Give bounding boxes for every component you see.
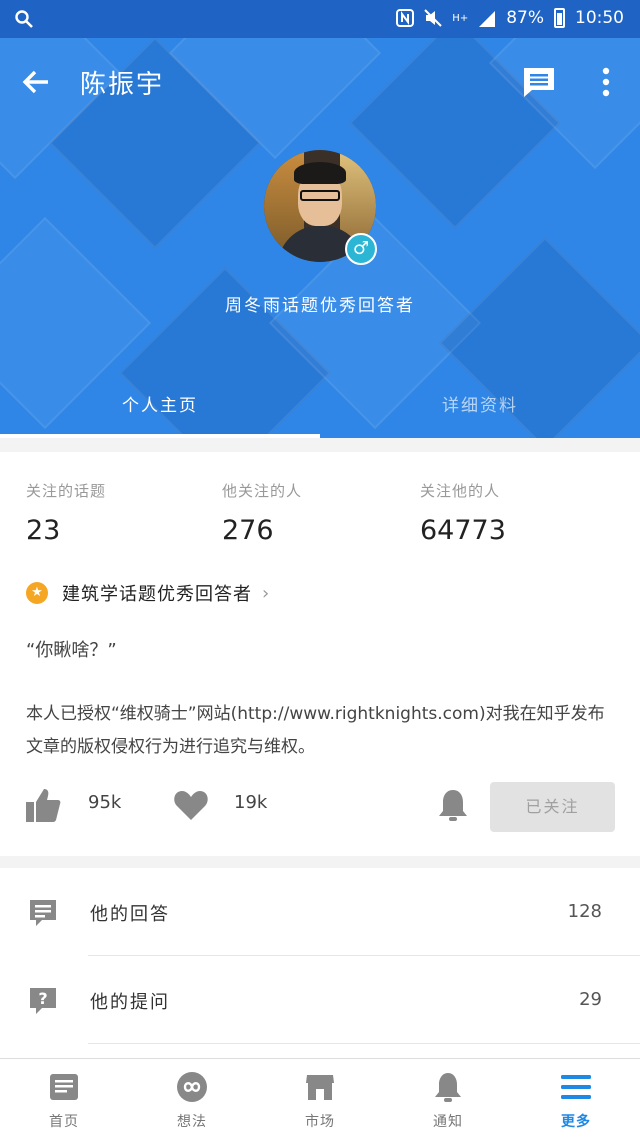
excellent-answerer-badge[interactable]: ★ 建筑学话题优秀回答者 › — [26, 580, 269, 606]
profile-card: 关注的话题 23 他关注的人 276 关注他的人 64773 ★ 建筑学话题优秀… — [0, 452, 640, 856]
message-icon[interactable] — [522, 66, 556, 98]
tab-details[interactable]: 详细资料 — [320, 391, 640, 416]
toolbar: 陈振宇 — [0, 38, 640, 126]
network-type: H+ — [452, 12, 469, 24]
bell-icon[interactable] — [434, 786, 472, 824]
thumbs-up-icon[interactable] — [24, 786, 62, 824]
battery-icon — [554, 8, 565, 28]
bell-icon — [435, 1073, 461, 1102]
badge-label: 建筑学话题优秀回答者 — [62, 584, 252, 605]
profile-screen: H+ 87% 10:50 陈振宇 ♂ 周冬雨话题优秀回答者 个人主页 详细资料 … — [0, 0, 640, 1138]
nav-market[interactable]: 市场 — [256, 1059, 384, 1138]
stat-value: 276 — [222, 515, 274, 546]
stat-followers[interactable]: 关注他的人 64773 — [420, 480, 506, 546]
likes-count: 95k — [88, 792, 122, 813]
chevron-right-icon: › — [262, 582, 270, 604]
profile-list: 他的回答 128 ? 他的提问 29 — [0, 868, 640, 1058]
signal-icon — [479, 11, 496, 27]
avatar-hair — [294, 162, 346, 184]
list-item-label: 他的提问 — [90, 992, 170, 1013]
badge-star-icon: ★ — [26, 582, 48, 604]
list-item-answers[interactable]: 他的回答 128 — [0, 868, 640, 956]
status-icons: H+ 87% 10:50 — [396, 8, 624, 28]
stat-label: 他关注的人 — [222, 482, 303, 500]
battery-percent: 87% — [506, 8, 544, 28]
stat-label: 关注的话题 — [26, 482, 107, 500]
stat-label: 关注他的人 — [420, 482, 501, 500]
nav-label: 通知 — [433, 1114, 463, 1130]
answer-icon — [30, 900, 56, 926]
follow-button[interactable]: 已关注 — [490, 782, 615, 832]
menu-icon — [561, 1075, 591, 1099]
action-row: 95k 19k 已关注 — [0, 782, 640, 832]
bio-quote: “你瞅啥？” — [26, 640, 117, 661]
heart-icon[interactable] — [172, 786, 210, 824]
stat-followed-topics[interactable]: 关注的话题 23 — [26, 480, 106, 546]
stat-value: 64773 — [420, 515, 506, 546]
ideas-icon — [177, 1072, 207, 1102]
stat-value: 23 — [26, 515, 61, 546]
market-icon — [306, 1075, 334, 1100]
mute-icon — [424, 9, 443, 27]
nav-home[interactable]: 首页 — [0, 1059, 128, 1138]
nfc-icon — [396, 9, 415, 27]
search-icon[interactable] — [14, 9, 34, 29]
user-headline: 周冬雨话题优秀回答者 — [225, 296, 415, 316]
tab-homepage[interactable]: 个人主页 — [0, 391, 320, 416]
thanks-count: 19k — [234, 792, 268, 813]
nav-label: 想法 — [177, 1114, 207, 1130]
list-item-label: 他的回答 — [90, 904, 170, 925]
back-arrow-icon[interactable] — [20, 66, 52, 98]
profile-tabs: 个人主页 详细资料 — [0, 383, 640, 438]
tab-indicator — [0, 434, 320, 438]
list-item-questions[interactable]: ? 他的提问 29 — [0, 956, 640, 1044]
profile-header: 陈振宇 ♂ 周冬雨话题优秀回答者 个人主页 详细资料 — [0, 38, 640, 438]
clock: 10:50 — [575, 8, 624, 28]
nav-label: 更多 — [561, 1114, 591, 1130]
home-icon — [50, 1074, 78, 1100]
question-icon: ? — [30, 988, 56, 1014]
list-item-count: 29 — [579, 989, 602, 1010]
divider — [88, 1043, 640, 1044]
more-options-icon[interactable] — [596, 66, 616, 98]
male-gender-icon: ♂ — [345, 233, 377, 265]
svg-text:?: ? — [38, 989, 47, 1008]
avatar-glasses — [300, 190, 340, 201]
bottom-navigation: 首页 想法 市场 通知 更多 — [0, 1058, 640, 1138]
nav-ideas[interactable]: 想法 — [128, 1059, 256, 1138]
list-item-count: 128 — [567, 901, 602, 922]
bio-description: 本人已授权“维权骑士”网站(http://www.rightknights.co… — [26, 704, 605, 757]
nav-more[interactable]: 更多 — [512, 1059, 640, 1138]
nav-notifications[interactable]: 通知 — [384, 1059, 512, 1138]
nav-label: 首页 — [49, 1114, 79, 1130]
nav-label: 市场 — [305, 1114, 335, 1130]
page-title: 陈振宇 — [80, 70, 165, 100]
status-bar: H+ 87% 10:50 — [0, 0, 640, 38]
stat-following[interactable]: 他关注的人 276 — [222, 480, 302, 546]
